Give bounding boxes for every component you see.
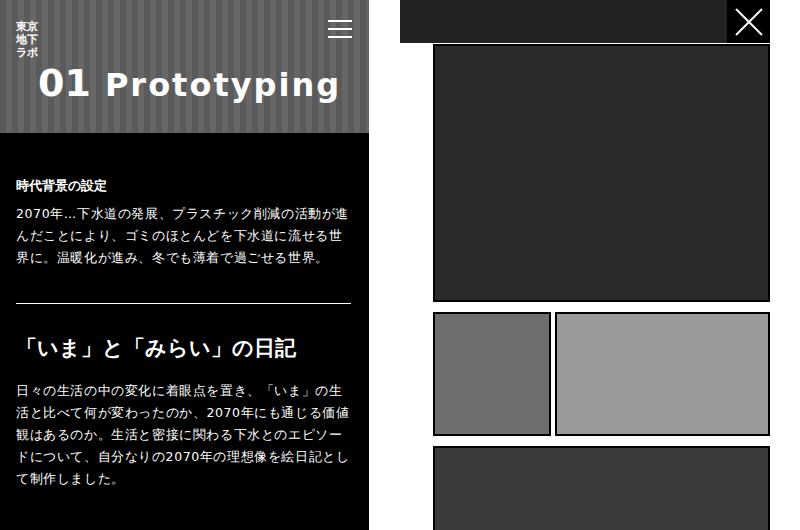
- block-body: 2070年…下水道の発展、プラスチック削減の活動が進んだことにより、ゴミのほとん…: [16, 203, 351, 269]
- logo-line: 地下: [16, 33, 38, 46]
- manga-panel: [433, 446, 770, 530]
- text-block: 時代背景の設定 2070年…下水道の発展、プラスチック削減の活動が進んだことにより…: [16, 133, 351, 304]
- logo-line: ラボ: [16, 46, 38, 59]
- section-number: 01: [38, 61, 91, 105]
- manga-panel: [433, 44, 770, 302]
- viewer: [369, 0, 800, 530]
- hamburger-icon: [328, 20, 352, 38]
- text-area: 時代背景の設定 2070年…下水道の発展、プラスチック削減の活動が進んだことにより…: [0, 133, 369, 490]
- menu-button[interactable]: [327, 20, 353, 38]
- manga-row: [433, 312, 770, 436]
- left-panel: 東京地下ラボ01 Prototyping 時代背景の設定 2070年…下水道の発展、プ…: [0, 0, 369, 530]
- page: 東京地下ラボ01 Prototyping 時代背景の設定 2070年…下水道の発展、プ…: [0, 0, 800, 530]
- close-icon: [734, 7, 764, 37]
- block-heading: 「いま」と「みらい」の日記: [16, 334, 351, 362]
- viewer-bar-fill: [400, 0, 727, 43]
- section-name: Prototyping: [105, 66, 341, 104]
- manga-panel: [433, 312, 551, 436]
- text-block: 「いま」と「みらい」の日記日々の生活の中の変化に着眼点を置き、「いま」の生活と比…: [16, 304, 351, 490]
- logo-line: 東京: [16, 20, 38, 33]
- logo[interactable]: 東京地下ラボ: [16, 20, 38, 59]
- hero-top: 東京地下ラボ: [16, 20, 353, 59]
- manga-image: [433, 44, 770, 530]
- hero: 東京地下ラボ01 Prototyping: [0, 0, 369, 133]
- viewer-bar: [400, 0, 770, 43]
- block-heading: 時代背景の設定: [16, 177, 351, 195]
- manga-panel: [555, 312, 770, 436]
- block-body: 日々の生活の中の変化に着眼点を置き、「いま」の生活と比べて何が変わったのか、20…: [16, 380, 351, 490]
- close-button[interactable]: [727, 0, 770, 43]
- section-title: 01 Prototyping: [38, 61, 353, 105]
